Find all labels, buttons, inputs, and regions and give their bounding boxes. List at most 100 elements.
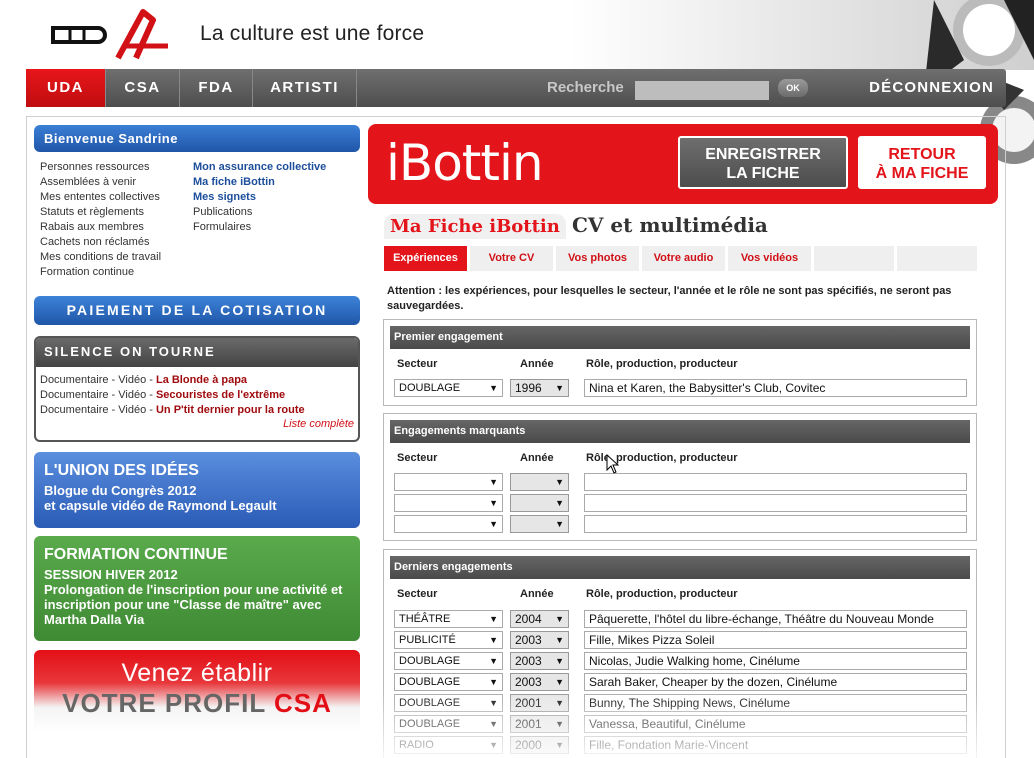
silence-title: SILENCE ON TOURNE [36,338,358,367]
role-input[interactable]: Fille, Mikes Pizza Soleil [584,631,967,649]
tab-empty [897,246,977,271]
uda-logo[interactable] [48,8,173,63]
section-first-engagement: Premier engagement Secteur Année Rôle, p… [383,319,977,406]
csa-profile-promo[interactable]: Venez établir VOTRE PROFIL CSA [34,650,360,732]
header: La culture est une force [0,0,1034,164]
sector-select[interactable]: DOUBLAGE ▼ [394,715,503,733]
year-select[interactable]: 2000 ▼ [510,736,569,754]
nav-tab-csa[interactable]: CSA [106,69,180,107]
year-select[interactable]: ▼ [510,494,569,512]
year-select[interactable]: 2003 ▼ [510,631,569,649]
nav-tab-artisti[interactable]: ARTISTI [253,69,357,107]
sector-select[interactable]: DOUBLAGE ▼ [394,379,503,397]
section-last-engagements: Derniers engagements Secteur Année Rôle,… [383,549,977,758]
union-line1: Blogue du Congrès 2012 [44,483,197,498]
link-statuts[interactable]: Statuts et règlements [40,205,193,220]
sector-select[interactable]: DOUBLAGE ▼ [394,673,503,691]
search-ok-button[interactable]: OK [778,79,808,97]
welcome-links-col2: Mon assurance collective Ma fiche iBotti… [193,160,326,280]
link-personnes-ressources[interactable]: Personnes ressources [40,160,193,175]
tab-audio[interactable]: Votre audio [642,246,725,271]
back-to-profile-button[interactable]: RETOUR À MA FICHE [858,136,986,189]
role-input[interactable]: Vanessa, Beautiful, Cinélume [584,715,967,733]
dropdown-arrow-icon: ▼ [555,635,564,645]
tab-cv[interactable]: Votre CV [470,246,553,271]
sector-select[interactable]: RADIO ▼ [394,736,503,754]
dropdown-arrow-icon: ▼ [555,498,564,508]
dropdown-arrow-icon: ▼ [489,698,498,708]
role-input[interactable]: Sarah Baker, Cheaper by the dozen, Cinél… [584,673,967,691]
col-year: Année [520,452,554,464]
dropdown-arrow-icon: ▼ [489,383,498,393]
sector-select[interactable]: ▼ [394,473,503,491]
tab-videos[interactable]: Vos vidéos [728,246,811,271]
logout-link[interactable]: DÉCONNEXION [869,69,994,107]
link-cachets[interactable]: Cachets non réclamés [40,235,193,250]
year-select[interactable]: 2001 ▼ [510,694,569,712]
link-assurance[interactable]: Mon assurance collective [193,160,326,175]
col-role: Rôle, production, producteur [586,588,738,600]
mouse-cursor-icon [606,454,620,474]
role-input[interactable]: Bunny, The Shipping News, Cinélume [584,694,967,712]
welcome-box: Bienvenue Sandrine Personnes ressources … [34,125,360,280]
year-select[interactable]: 1996 ▼ [510,379,569,397]
link-formulaires[interactable]: Formulaires [193,220,326,235]
year-select[interactable]: ▼ [510,515,569,533]
payment-button[interactable]: PAIEMENT DE LA COTISATION [34,296,360,325]
year-select[interactable]: ▼ [510,473,569,491]
sector-select[interactable]: ▼ [394,494,503,512]
search-input[interactable] [635,81,769,100]
role-input[interactable]: Fille, Fondation Marie-Vincent [584,736,967,754]
role-input[interactable]: Nina et Karen, the Babysitter's Club, Co… [584,379,967,397]
ibottin-banner: iBottin ENREGISTRER LA FICHE RETOUR À MA F… [368,124,998,204]
link-assemblees[interactable]: Assemblées à venir [40,175,193,190]
link-rabais[interactable]: Rabais aux membres [40,220,193,235]
link-conditions[interactable]: Mes conditions de travail [40,250,193,265]
dropdown-arrow-icon: ▼ [555,614,564,624]
role-input[interactable] [584,494,967,512]
silence-item[interactable]: Documentaire - Vidéo - Un P'tit dernier … [40,403,354,418]
dropdown-arrow-icon: ▼ [489,677,498,687]
year-select[interactable]: 2001 ▼ [510,715,569,733]
role-input[interactable]: Pâquerette, l'hôtel du libre-échange, Th… [584,610,967,628]
silence-item[interactable]: Documentaire - Vidéo - Secouristes de l'… [40,388,354,403]
dropdown-arrow-icon: ▼ [555,677,564,687]
ibottin-logo: iBottin [386,134,544,192]
union-des-idees-promo[interactable]: L'UNION DES IDÉES Blogue du Congrès 2012… [34,452,360,528]
link-signets[interactable]: Mes signets [193,190,326,205]
link-fiche-ibottin[interactable]: Ma fiche iBottin [193,175,326,190]
link-ententes[interactable]: Mes ententes collectives [40,190,193,205]
full-list-link[interactable]: Liste complète [36,418,358,430]
dropdown-arrow-icon: ▼ [555,698,564,708]
year-select[interactable]: 2003 ▼ [510,652,569,670]
year-select[interactable]: 2003 ▼ [510,673,569,691]
csa-line2: VOTRE PROFIL CSA [62,688,332,718]
link-formation[interactable]: Formation continue [40,265,193,280]
union-title: L'UNION DES IDÉES [44,462,199,479]
main-nav: UDA CSA FDA ARTISTI Recherche OK DÉCONNE… [26,69,1006,107]
nav-tab-fda[interactable]: FDA [180,69,253,107]
tab-photos[interactable]: Vos photos [556,246,639,271]
silence-item[interactable]: Documentaire - Vidéo - La Blonde à papa [40,373,354,388]
role-input[interactable] [584,473,967,491]
dropdown-arrow-icon: ▼ [489,519,498,529]
dropdown-arrow-icon: ▼ [555,719,564,729]
formation-continue-promo[interactable]: FORMATION CONTINUE SESSION HIVER 2012 Pr… [34,536,360,641]
sector-select[interactable]: PUBLICITÉ ▼ [394,631,503,649]
link-publications[interactable]: Publications [193,205,326,220]
col-sector: Secteur [397,452,438,464]
sector-select[interactable]: ▼ [394,515,503,533]
formation-line2: Prolongation de l'inscription pour une a… [44,582,343,627]
sector-select[interactable]: DOUBLAGE ▼ [394,694,503,712]
section-title: Derniers engagements [390,556,970,579]
sector-select[interactable]: THÉÂTRE ▼ [394,610,503,628]
role-input[interactable] [584,515,967,533]
col-sector: Secteur [397,588,438,600]
role-input[interactable]: Nicolas, Judie Walking home, Cinélume [584,652,967,670]
save-profile-button[interactable]: ENREGISTRER LA FICHE [678,136,848,189]
tab-experiences[interactable]: Expériences [384,246,467,271]
nav-tab-uda[interactable]: UDA [26,69,106,107]
year-select[interactable]: 2004 ▼ [510,610,569,628]
section-title: Engagements marquants [390,420,970,443]
sector-select[interactable]: DOUBLAGE ▼ [394,652,503,670]
